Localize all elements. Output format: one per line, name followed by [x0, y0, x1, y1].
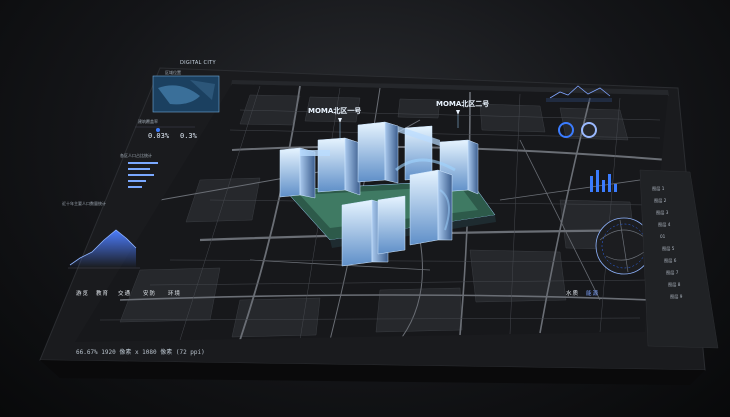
- nav-item-environment[interactable]: 环境: [168, 289, 181, 297]
- status-bar: 66.67% 1920 像素 x 1080 像素 (72 ppi): [76, 349, 205, 356]
- nav-item-water[interactable]: 水质: [566, 289, 579, 297]
- nav-item-energy[interactable]: 能源: [586, 289, 599, 297]
- layer-item-6[interactable]: 图层 6: [664, 258, 676, 264]
- bar-chart-title: 各区人口占比统计: [120, 153, 152, 158]
- tower-label-2: MOMA北区二号: [436, 100, 490, 108]
- layers-panel: [639, 169, 719, 349]
- layer-item-2[interactable]: 图层 2: [654, 198, 666, 204]
- nav-item-tour[interactable]: 游览: [76, 289, 89, 297]
- brand-title: DIGITAL CITY: [180, 60, 216, 66]
- layer-item-4[interactable]: 图层 4: [658, 222, 670, 228]
- area-chart-title: 近十年主要人口数量统计: [62, 201, 106, 206]
- layer-item-3[interactable]: 图层 3: [656, 210, 668, 216]
- stat-value-2: 0.3%: [180, 132, 197, 140]
- layer-item-8[interactable]: 图层 8: [668, 282, 680, 288]
- tower-label-1: MOMA北区一号: [308, 107, 362, 115]
- layer-item-5[interactable]: 图层 5: [662, 246, 674, 252]
- stat-title: 建筑覆盖率: [138, 119, 158, 124]
- nav-item-security[interactable]: 安防: [143, 289, 156, 297]
- stat-value-1: 0.03%: [148, 132, 170, 140]
- nav-item-traffic[interactable]: 交通: [118, 289, 131, 297]
- nav-item-education[interactable]: 教育: [96, 289, 109, 297]
- layer-item-1[interactable]: 图层 1: [652, 186, 664, 192]
- layer-item-9[interactable]: 图层 9: [670, 294, 682, 300]
- layer-group[interactable]: 01: [660, 234, 665, 239]
- minimap-title: 区域位置: [165, 70, 181, 75]
- layer-item-7[interactable]: 图层 7: [666, 270, 678, 276]
